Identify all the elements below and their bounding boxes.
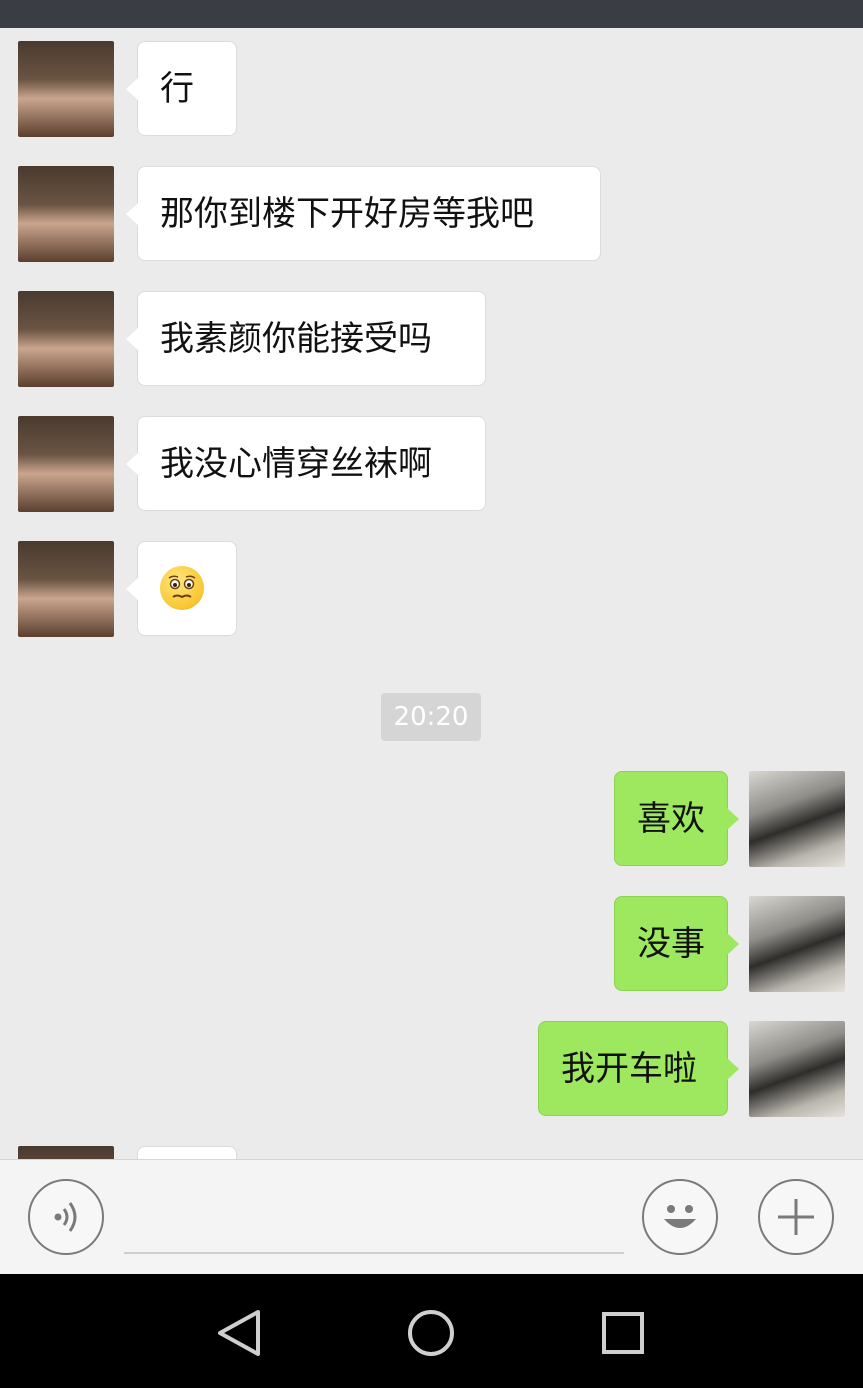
- system-nav-bar: [0, 1274, 863, 1388]
- message-bubble[interactable]: 喜欢: [614, 771, 739, 866]
- back-triangle-icon: [218, 1310, 260, 1356]
- back-button[interactable]: [210, 1306, 270, 1360]
- smiley-icon: [664, 1205, 696, 1228]
- more-button[interactable]: [758, 1179, 834, 1255]
- recents-square-icon: [602, 1312, 644, 1354]
- message-text: 我素颜你能接受吗: [160, 319, 432, 359]
- my-avatar[interactable]: [749, 771, 845, 867]
- status-bar: [0, 0, 863, 28]
- worried-face-emoji: [160, 565, 204, 610]
- voice-button[interactable]: [28, 1179, 104, 1255]
- plus-icon: [778, 1199, 814, 1235]
- contact-avatar[interactable]: [18, 41, 114, 137]
- message-text: 行: [160, 69, 194, 109]
- message-bubble[interactable]: 没事: [614, 896, 739, 991]
- chat-message-list[interactable]: 行 那你到楼下开好房等我吧 我素颜你能接受吗 我没心情穿丝袜啊 20:20 喜欢…: [0, 28, 863, 1159]
- home-button[interactable]: [401, 1306, 461, 1360]
- voice-icon: [54, 1202, 77, 1232]
- input-bar: [0, 1159, 863, 1274]
- home-circle-icon: [408, 1310, 454, 1356]
- contact-avatar[interactable]: [18, 1146, 114, 1159]
- my-avatar[interactable]: [749, 896, 845, 992]
- recents-button[interactable]: [593, 1306, 653, 1360]
- message-text: 没事: [637, 924, 705, 964]
- message-text: 我没心情穿丝袜啊: [160, 444, 432, 484]
- message-bubble[interactable]: 我开车啦: [538, 1021, 739, 1116]
- message-bubble[interactable]: [137, 1146, 237, 1159]
- my-avatar[interactable]: [749, 1021, 845, 1117]
- contact-avatar[interactable]: [18, 541, 114, 637]
- message-bubble[interactable]: 我没心情穿丝袜啊: [126, 416, 486, 511]
- contact-avatar[interactable]: [18, 291, 114, 387]
- message-text: 喜欢: [637, 799, 705, 839]
- message-bubble[interactable]: 行: [126, 41, 237, 136]
- message-bubble[interactable]: 我素颜你能接受吗: [126, 291, 486, 386]
- contact-avatar[interactable]: [18, 416, 114, 512]
- message-input[interactable]: [124, 1180, 624, 1254]
- contact-avatar[interactable]: [18, 166, 114, 262]
- timestamp: 20:20: [381, 693, 481, 741]
- message-bubble[interactable]: [126, 541, 237, 636]
- message-text: 那你到楼下开好房等我吧: [160, 194, 534, 234]
- message-text: 我开车啦: [561, 1049, 697, 1089]
- message-bubble[interactable]: 那你到楼下开好房等我吧: [126, 166, 601, 261]
- emoji-button[interactable]: [642, 1179, 718, 1255]
